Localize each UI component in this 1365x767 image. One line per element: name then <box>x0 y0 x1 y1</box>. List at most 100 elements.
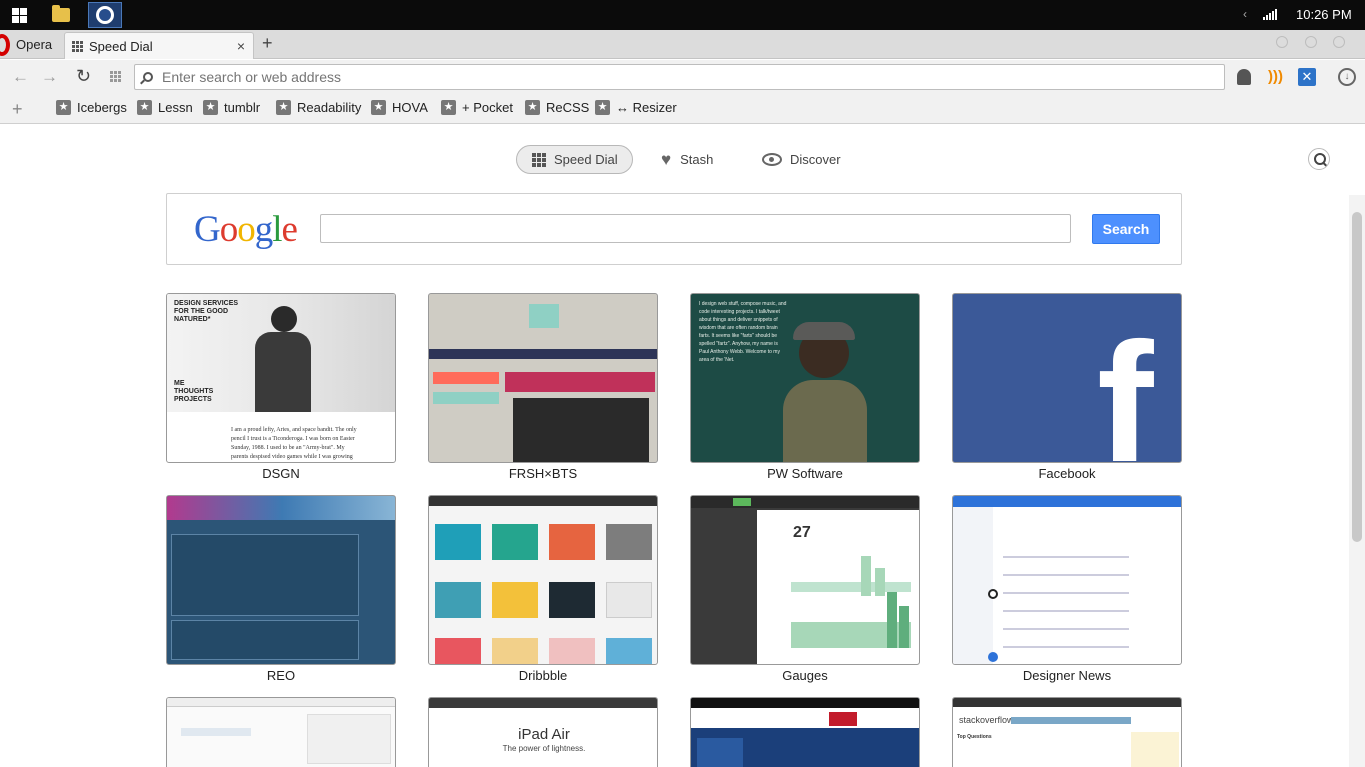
speed-dial-tile-frsh-bts[interactable] <box>428 293 658 463</box>
page-scrollbar-thumb[interactable] <box>1352 212 1362 542</box>
tile-sidebar-box <box>307 714 391 764</box>
eye-icon <box>762 153 782 166</box>
bookmark-lessn[interactable]: ★ Lessn <box>137 100 193 115</box>
tile-story-line <box>1003 592 1129 594</box>
speed-dial-tile-designer-news[interactable] <box>952 495 1182 665</box>
tile-label-gauges[interactable]: Gauges <box>690 668 920 683</box>
tab-stash-nav[interactable]: ♥ Stash <box>661 145 713 174</box>
tile-person-body <box>255 332 311 412</box>
bookmark-label: HOVA <box>392 100 428 115</box>
tab-speed-dial[interactable]: Speed Dial × <box>64 32 254 59</box>
tab-discover-nav[interactable]: Discover <box>762 145 841 174</box>
bookmark-tumblr[interactable]: ★ tumblr <box>203 100 260 115</box>
facebook-logo-icon: f <box>1097 308 1154 463</box>
bookmark-resizer[interactable]: ★ ↔ Resizer <box>595 100 677 115</box>
address-input[interactable] <box>162 69 1202 85</box>
address-bar[interactable] <box>134 64 1225 90</box>
speed-dial-tile-dsgn[interactable]: DESIGN SERVICES FOR THE GOOD NATURED* ME… <box>166 293 396 463</box>
speed-dial-tile-ipad-air[interactable]: iPad Air The power of lightness. <box>428 697 658 767</box>
windows-logo-icon <box>11 7 27 23</box>
star-icon: ★ <box>203 100 218 115</box>
bookmark-label: Readability <box>297 100 362 115</box>
speed-dial-tile-facebook[interactable]: f <box>952 293 1182 463</box>
bookmark-pocket[interactable]: ★ + Pocket <box>441 100 513 115</box>
speed-dial-tile-pw-software[interactable]: I design web stuff, compose music, and c… <box>690 293 920 463</box>
tile-label-dribbble[interactable]: Dribbble <box>428 668 658 683</box>
tile-nav-bar <box>167 698 395 707</box>
bookmark-icebergs[interactable]: ★ Icebergs <box>56 100 127 115</box>
tile-person-head <box>271 306 297 332</box>
tile-label-reo[interactable]: REO <box>166 668 396 683</box>
bookmark-hova[interactable]: ★ HOVA <box>371 100 428 115</box>
tile-shot <box>606 582 652 618</box>
speed-dial-grid-icon[interactable] <box>110 71 121 82</box>
folder-icon <box>52 5 70 22</box>
tile-logo <box>829 712 857 726</box>
new-tab-button[interactable]: + <box>262 33 273 54</box>
bookmark-readability[interactable]: ★ Readability <box>276 100 361 115</box>
opera-menu-button[interactable]: Opera <box>0 30 62 59</box>
ghostery-extension-icon[interactable] <box>1237 69 1251 85</box>
tile-subheading: Top Questions <box>957 734 992 740</box>
speed-dial-grid-icon <box>532 152 546 167</box>
windows-start-button[interactable] <box>2 2 36 28</box>
tile-label-pw-software[interactable]: PW Software <box>690 466 920 481</box>
taskbar-clock[interactable]: 10:26 PM <box>1296 7 1352 22</box>
speed-dial-tile-gauges[interactable]: 27 <box>690 495 920 665</box>
tile-chart-bar <box>899 606 909 648</box>
maximize-button[interactable] <box>1305 36 1317 48</box>
bookmark-label: ↔ Resizer <box>616 100 677 115</box>
speed-dial-tile-dribbble[interactable] <box>428 495 658 665</box>
download-icon[interactable]: ↓ <box>1338 68 1356 86</box>
speed-dial-tile-pokemon[interactable] <box>690 697 920 767</box>
google-logo-letter: o <box>237 209 255 250</box>
back-arrow-icon[interactable]: ← <box>12 67 29 87</box>
forward-arrow-icon[interactable]: → <box>41 67 58 87</box>
rss-feed-icon[interactable]: ))) <box>1268 69 1284 85</box>
tile-label-facebook[interactable]: Facebook <box>952 466 1182 481</box>
tile-search-box <box>433 372 499 384</box>
tab-speed-dial-nav[interactable]: Speed Dial <box>516 145 633 174</box>
tile-nav-bar <box>691 496 919 508</box>
tile-label-frsh-bts[interactable]: FRSH×BTS <box>428 466 658 481</box>
tile-body-text: I design web stuff, compose music, and c… <box>699 301 787 363</box>
tile-shot <box>435 638 481 664</box>
close-window-button[interactable] <box>1333 36 1345 48</box>
tile-forum-table-2 <box>171 620 359 660</box>
bookmark-recss[interactable]: ★ ReCSS <box>525 100 589 115</box>
google-search-input[interactable] <box>320 214 1071 243</box>
tile-heading: stackoverflow <box>959 715 1014 725</box>
opera-taskbar-button[interactable] <box>88 2 122 28</box>
tile-story-line <box>1003 646 1129 648</box>
speed-dial-tile-github[interactable] <box>166 697 396 767</box>
tab-close-icon[interactable]: × <box>237 38 245 54</box>
add-bookmark-button[interactable]: + <box>12 99 23 120</box>
tile-story-line <box>1003 556 1129 558</box>
tile-heading: iPad Air <box>518 726 570 743</box>
reload-icon[interactable]: ↻ <box>76 66 91 87</box>
tile-nav-bar <box>953 698 1181 707</box>
file-explorer-taskbar-button[interactable] <box>44 2 78 28</box>
minimize-button[interactable] <box>1276 36 1288 48</box>
speed-dial-tile-stackoverflow[interactable]: stackoverflow Top Questions <box>952 697 1182 767</box>
star-icon: ★ <box>441 100 456 115</box>
speed-dial-search-button[interactable] <box>1308 148 1330 170</box>
tile-banner <box>167 496 395 520</box>
tile-logo <box>529 304 559 328</box>
google-search-button[interactable]: Search <box>1092 214 1160 244</box>
tile-nav-bar <box>429 349 657 359</box>
tile-label-dsgn[interactable]: DSGN <box>166 466 396 481</box>
tile-chart-bar <box>861 556 871 596</box>
google-logo-letter: G <box>194 209 221 250</box>
tile-tab <box>181 728 251 736</box>
tile-nav-bar <box>691 698 919 708</box>
google-logo: Google <box>194 208 298 251</box>
nav-label: Discover <box>790 152 841 167</box>
tile-video-thumbnail <box>513 398 649 462</box>
speed-dial-tile-reo[interactable] <box>166 495 396 665</box>
extension-x-icon[interactable]: ✕ <box>1298 68 1316 86</box>
tray-overflow-icon[interactable]: ‹ <box>1243 7 1247 21</box>
tile-shot <box>606 638 652 664</box>
tile-label-designer-news[interactable]: Designer News <box>952 668 1182 683</box>
network-signal-icon[interactable] <box>1263 9 1277 20</box>
